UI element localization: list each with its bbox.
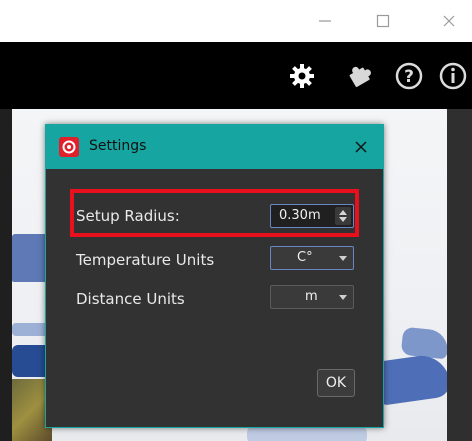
minimize-button[interactable] — [310, 10, 340, 32]
help-icon: ? — [395, 62, 423, 90]
chevron-up-icon — [339, 210, 347, 215]
maximize-icon — [376, 14, 390, 28]
dialog-title-bar[interactable]: Settings — [46, 125, 383, 169]
app-toolbar: ? — [0, 42, 472, 109]
temperature-units-value: C° — [297, 250, 313, 265]
ok-button[interactable]: OK — [317, 369, 355, 397]
spin-arrows[interactable] — [335, 207, 351, 225]
dialog-title: Settings — [89, 138, 147, 154]
settings-dialog: Settings Setup Radius: 0.30m Temperature… — [45, 124, 384, 428]
chevron-down-icon — [339, 217, 347, 222]
plugins-button[interactable] — [344, 60, 376, 92]
info-icon — [439, 62, 467, 90]
info-button[interactable] — [437, 60, 469, 92]
setup-radius-spinbox[interactable]: 0.30m — [270, 204, 354, 228]
distance-units-select[interactable]: m — [270, 285, 354, 309]
scan-region — [400, 326, 447, 360]
temperature-units-select[interactable]: C° — [270, 246, 354, 270]
puzzle-icon — [349, 66, 371, 88]
maximize-button[interactable] — [368, 10, 398, 32]
setup-radius-label: Setup Radius: — [76, 207, 180, 225]
gear-icon — [290, 64, 314, 88]
setup-radius-value: 0.30m — [279, 208, 321, 223]
svg-text:?: ? — [404, 67, 414, 87]
dialog-close-button[interactable] — [351, 137, 371, 157]
left-panel-edge — [0, 109, 12, 441]
settings-button[interactable] — [286, 60, 318, 92]
close-icon — [443, 15, 455, 27]
distance-units-label: Distance Units — [76, 290, 185, 308]
distance-units-value: m — [305, 289, 318, 304]
chevron-down-icon — [339, 256, 347, 261]
right-panel-edge — [447, 109, 472, 441]
close-window-button[interactable] — [434, 10, 464, 32]
minimize-icon — [319, 20, 331, 22]
os-title-bar — [0, 0, 472, 42]
help-button[interactable]: ? — [393, 60, 425, 92]
app-logo-icon — [59, 137, 79, 157]
close-icon — [355, 141, 367, 153]
temperature-units-label: Temperature Units — [76, 251, 215, 269]
chevron-down-icon — [339, 295, 347, 300]
scan-region — [374, 352, 447, 406]
